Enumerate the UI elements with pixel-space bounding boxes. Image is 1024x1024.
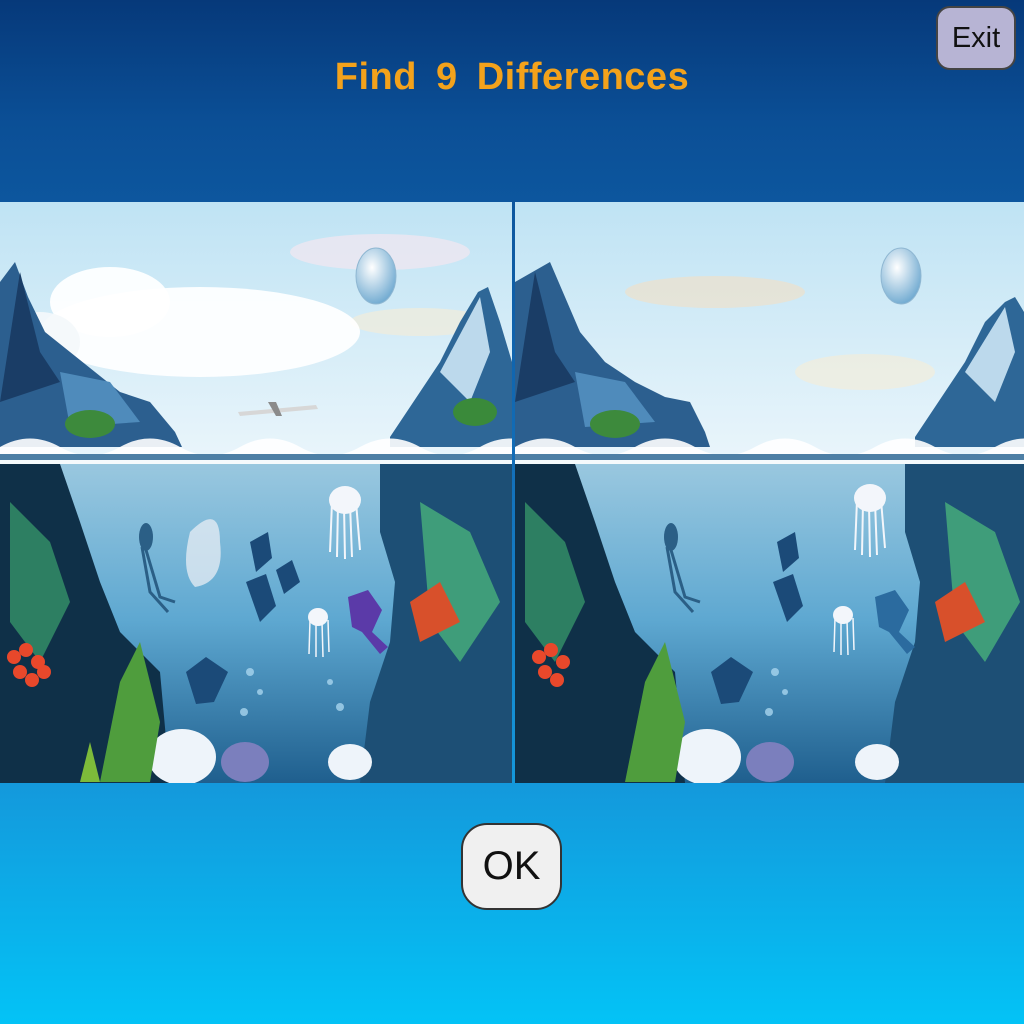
ok-button[interactable]: OK: [461, 823, 562, 910]
right-picture-panel[interactable]: [515, 202, 1024, 783]
floating-bubble[interactable]: [880, 247, 922, 305]
left-underwater-scene[interactable]: [0, 202, 512, 783]
floating-bubble[interactable]: [355, 247, 397, 305]
left-picture-panel[interactable]: [0, 202, 512, 783]
right-underwater-scene[interactable]: [515, 202, 1024, 783]
exit-button[interactable]: Exit: [936, 6, 1016, 70]
game-title: Find 9 Differences: [334, 56, 690, 98]
